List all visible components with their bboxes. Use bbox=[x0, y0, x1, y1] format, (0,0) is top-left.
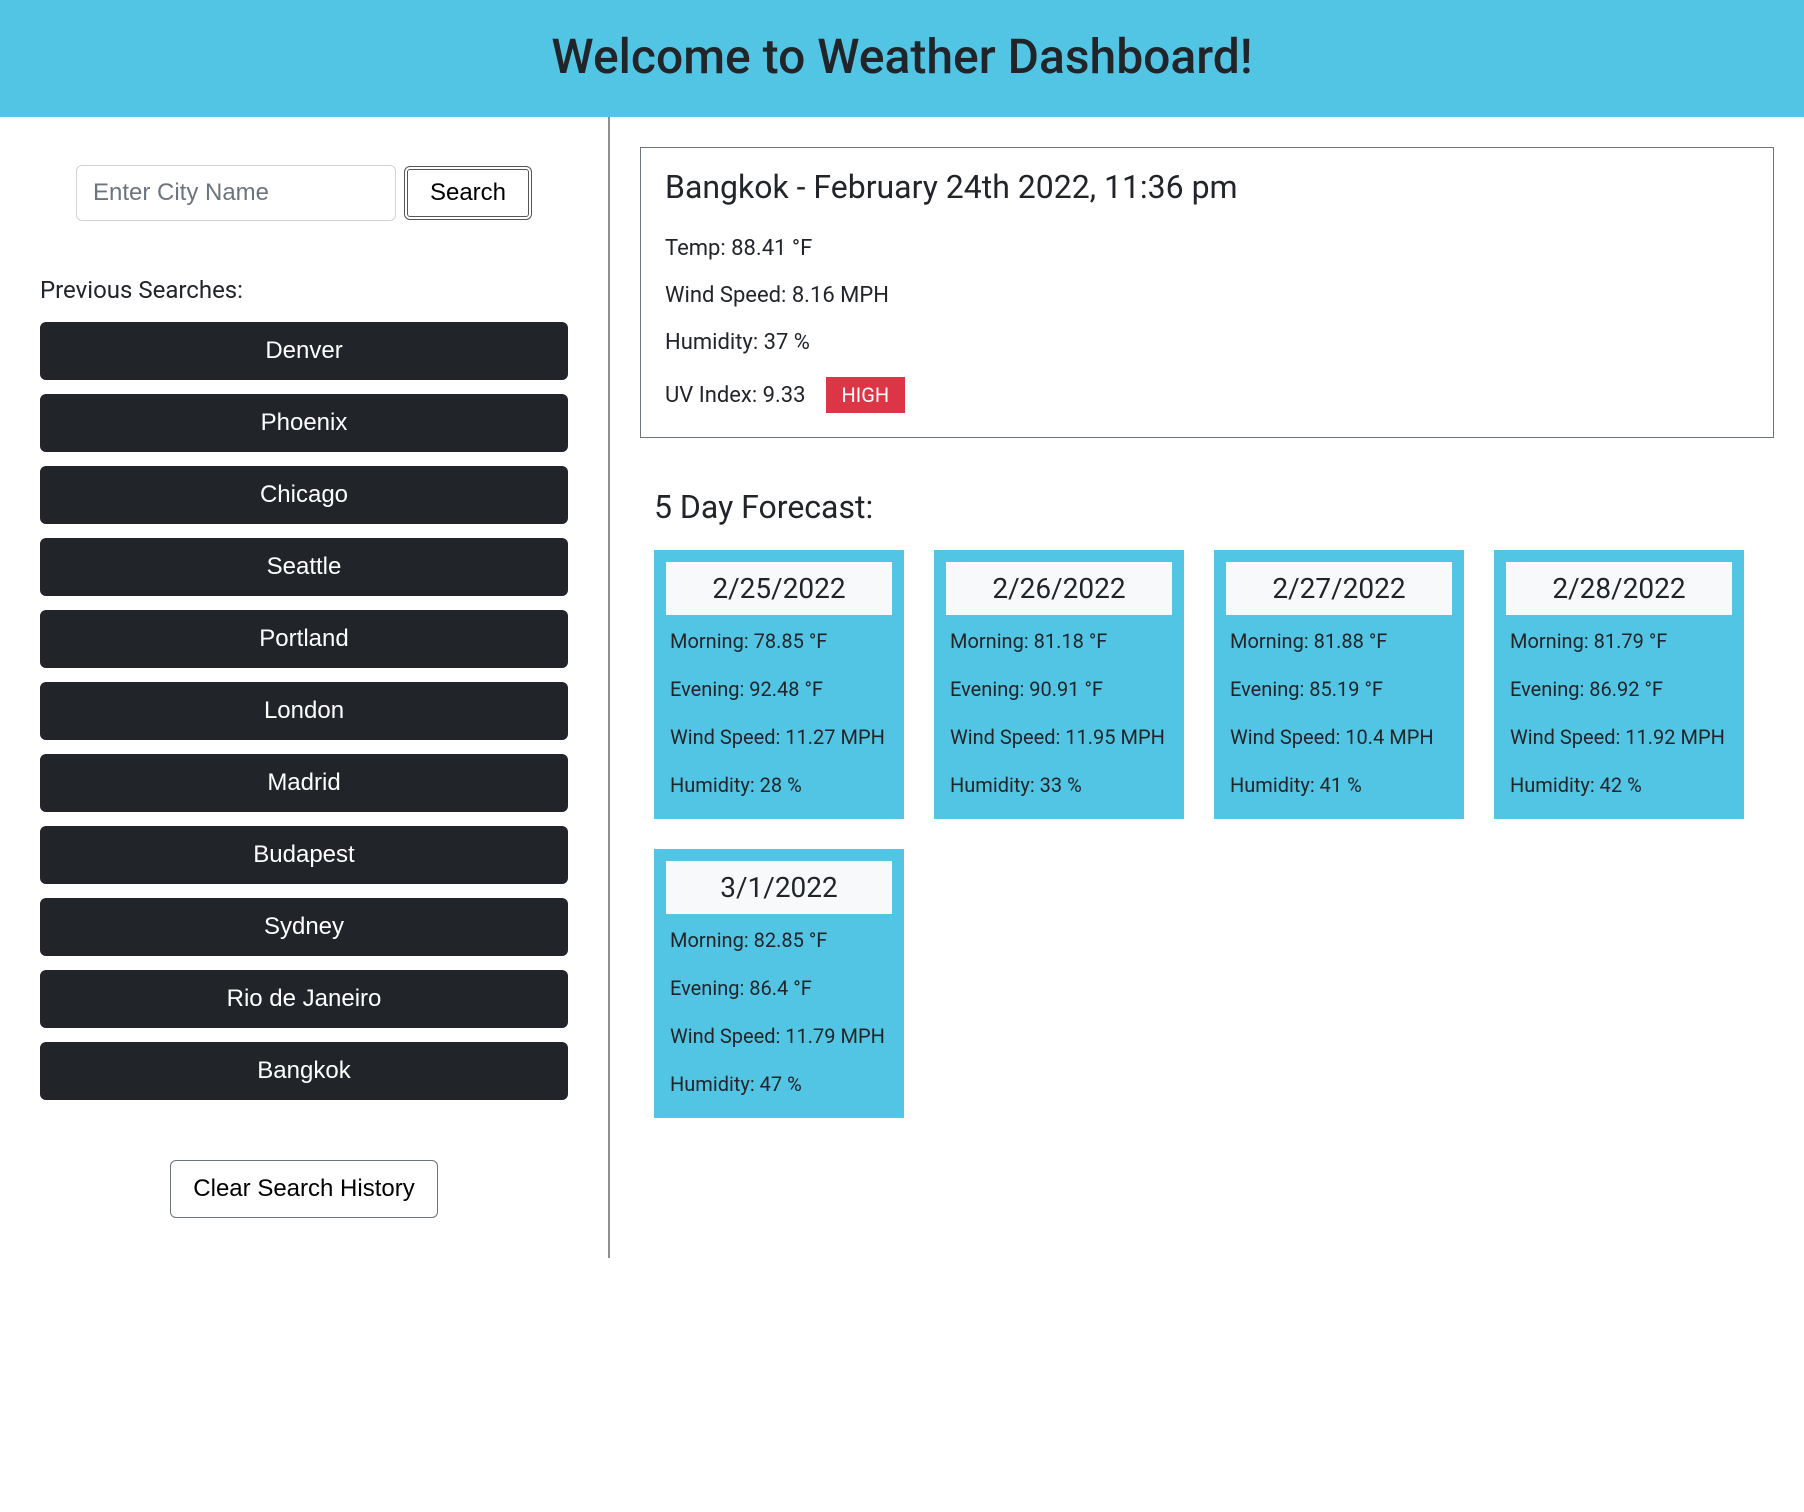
history-item[interactable]: Phoenix bbox=[40, 394, 568, 452]
forecast-humidity: Humidity: 28 % bbox=[666, 773, 892, 797]
forecast-morning: Morning: 82.85 °F bbox=[666, 928, 892, 952]
current-uv-row: UV Index: 9.33 HIGH bbox=[665, 377, 1749, 413]
forecast-morning: Morning: 78.85 °F bbox=[666, 629, 892, 653]
forecast-evening: Evening: 85.19 °F bbox=[1226, 677, 1452, 701]
forecast-evening: Evening: 86.92 °F bbox=[1506, 677, 1732, 701]
uv-badge: HIGH bbox=[826, 377, 906, 413]
previous-searches-label: Previous Searches: bbox=[40, 276, 568, 304]
forecast-date: 2/28/2022 bbox=[1506, 562, 1732, 615]
current-humidity: Humidity: 37 % bbox=[665, 330, 1749, 355]
current-wind: Wind Speed: 8.16 MPH bbox=[665, 283, 1749, 308]
clear-history-button[interactable]: Clear Search History bbox=[170, 1160, 437, 1218]
header: Welcome to Weather Dashboard! bbox=[0, 0, 1804, 117]
forecast-card: 2/28/2022 Morning: 81.79 °F Evening: 86.92… bbox=[1494, 550, 1744, 819]
forecast-evening: Evening: 86.4 °F bbox=[666, 976, 892, 1000]
current-weather-box: Bangkok - February 24th 2022, 11:36 pm T… bbox=[640, 147, 1774, 438]
forecast-card: 3/1/2022 Morning: 82.85 °F Evening: 86.4 °… bbox=[654, 849, 904, 1118]
history-item[interactable]: London bbox=[40, 682, 568, 740]
history-item[interactable]: Chicago bbox=[40, 466, 568, 524]
search-button[interactable]: Search bbox=[404, 166, 532, 220]
forecast-humidity: Humidity: 47 % bbox=[666, 1072, 892, 1096]
forecast-card: 2/27/2022 Morning: 81.88 °F Evening: 85.19… bbox=[1214, 550, 1464, 819]
forecast-grid: 2/25/2022 Morning: 78.85 °F Evening: 92.48… bbox=[640, 550, 1774, 1118]
sidebar: Search Previous Searches: Denver Phoenix C… bbox=[0, 117, 610, 1258]
forecast-morning: Morning: 81.18 °F bbox=[946, 629, 1172, 653]
forecast-wind: Wind Speed: 11.79 MPH bbox=[666, 1024, 892, 1048]
history-item[interactable]: Denver bbox=[40, 322, 568, 380]
history-item[interactable]: Rio de Janeiro bbox=[40, 970, 568, 1028]
forecast-humidity: Humidity: 33 % bbox=[946, 773, 1172, 797]
history-item[interactable]: Bangkok bbox=[40, 1042, 568, 1100]
forecast-card: 2/26/2022 Morning: 81.18 °F Evening: 90.91… bbox=[934, 550, 1184, 819]
forecast-card: 2/25/2022 Morning: 78.85 °F Evening: 92.48… bbox=[654, 550, 904, 819]
history-item[interactable]: Seattle bbox=[40, 538, 568, 596]
forecast-evening: Evening: 90.91 °F bbox=[946, 677, 1172, 701]
history-list: Denver Phoenix Chicago Seattle Portland Londo… bbox=[40, 322, 568, 1100]
forecast-wind: Wind Speed: 10.4 MPH bbox=[1226, 725, 1452, 749]
current-temp: Temp: 88.41 °F bbox=[665, 236, 1749, 261]
page-title: Welcome to Weather Dashboard! bbox=[0, 28, 1804, 85]
history-item[interactable]: Madrid bbox=[40, 754, 568, 812]
main-panel: Bangkok - February 24th 2022, 11:36 pm T… bbox=[610, 117, 1804, 1258]
forecast-title: 5 Day Forecast: bbox=[640, 488, 1774, 526]
forecast-date: 2/25/2022 bbox=[666, 562, 892, 615]
forecast-date: 2/26/2022 bbox=[946, 562, 1172, 615]
current-weather-title: Bangkok - February 24th 2022, 11:36 pm bbox=[665, 168, 1749, 206]
current-uv-label: UV Index: 9.33 bbox=[665, 383, 806, 408]
history-item[interactable]: Portland bbox=[40, 610, 568, 668]
forecast-wind: Wind Speed: 11.27 MPH bbox=[666, 725, 892, 749]
forecast-wind: Wind Speed: 11.95 MPH bbox=[946, 725, 1172, 749]
forecast-evening: Evening: 92.48 °F bbox=[666, 677, 892, 701]
forecast-wind: Wind Speed: 11.92 MPH bbox=[1506, 725, 1732, 749]
history-item[interactable]: Budapest bbox=[40, 826, 568, 884]
forecast-morning: Morning: 81.79 °F bbox=[1506, 629, 1732, 653]
city-search-input[interactable] bbox=[76, 165, 396, 221]
forecast-humidity: Humidity: 41 % bbox=[1226, 773, 1452, 797]
history-item[interactable]: Sydney bbox=[40, 898, 568, 956]
search-row: Search bbox=[40, 165, 568, 221]
forecast-humidity: Humidity: 42 % bbox=[1506, 773, 1732, 797]
forecast-morning: Morning: 81.88 °F bbox=[1226, 629, 1452, 653]
forecast-date: 2/27/2022 bbox=[1226, 562, 1452, 615]
forecast-date: 3/1/2022 bbox=[666, 861, 892, 914]
